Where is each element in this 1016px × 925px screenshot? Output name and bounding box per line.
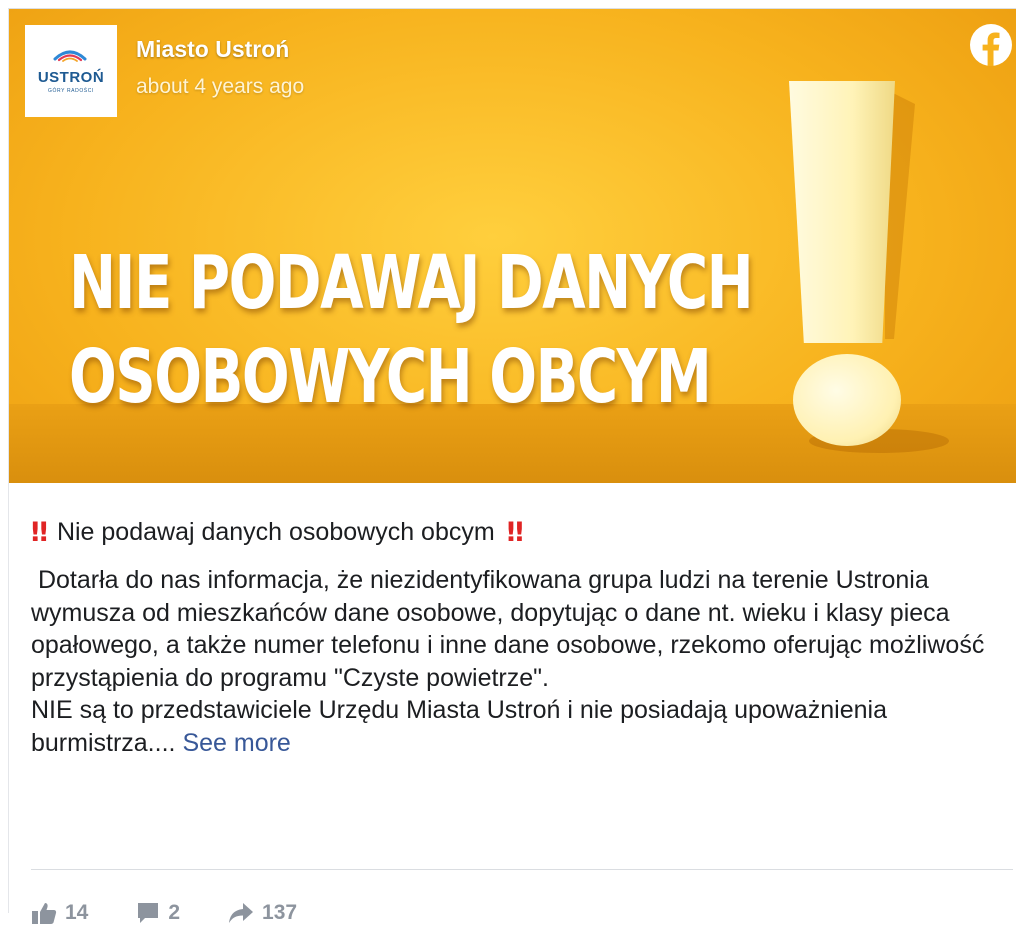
comment-icon (138, 903, 159, 923)
image-headline-line-1: NIE PODAWAJ DANYCH (69, 240, 754, 326)
facebook-post-card: NIE PODAWAJ DANYCH OSOBOWYCH OBCYM USTRO… (8, 8, 1016, 924)
page-avatar[interactable]: USTROŃ GÓRY RADOŚCI (25, 25, 117, 117)
see-more-link[interactable]: See more (182, 729, 290, 757)
post-paragraph-2-text: NIE są to przedstawiciele Urzędu Miasta … (31, 696, 894, 757)
post-paragraph-1: Dotarła do nas informacja, że niezidenty… (31, 566, 992, 692)
shares-count: 137 (262, 901, 298, 924)
post-title: Nie podawaj danych osobowych obcym (56, 518, 495, 547)
like-icon (32, 903, 57, 924)
post-timestamp[interactable]: about 4 years ago (136, 75, 304, 99)
divider (31, 869, 1013, 870)
post-text: ‼ Nie podawaj danych osobowych obcym ‼ D… (31, 515, 1011, 759)
post-image[interactable]: NIE PODAWAJ DANYCH OSOBOWYCH OBCYM USTRO… (9, 9, 1016, 483)
logo-text: USTROŃ (37, 69, 105, 86)
facebook-icon[interactable] (969, 23, 1013, 67)
image-headline-line-2: OSOBOWYCH OBCYM (69, 334, 712, 420)
engagement-bar: 14 2 137 (31, 901, 345, 925)
exclamation-bar-graphic (789, 81, 895, 343)
comments-stat[interactable]: 2 (136, 901, 180, 925)
post-paragraph-2: NIE są to przedstawiciele Urzędu Miasta … (31, 694, 1011, 759)
double-exclamation-emoji: ‼ (31, 517, 48, 548)
post-title-line: ‼ Nie podawaj danych osobowych obcym ‼ (31, 515, 1011, 550)
share-icon (229, 903, 254, 923)
page-name-link[interactable]: Miasto Ustroń (136, 36, 289, 63)
likes-stat[interactable]: 14 (31, 901, 88, 925)
ustron-logo-mark (53, 50, 87, 62)
exclamation-dot-graphic (793, 354, 901, 446)
comments-count: 2 (168, 901, 181, 924)
likes-count: 14 (65, 901, 89, 924)
logo-subtext: GÓRY RADOŚCI (48, 88, 94, 94)
double-exclamation-emoji: ‼ (506, 517, 524, 548)
shares-stat[interactable]: 137 (228, 901, 297, 925)
